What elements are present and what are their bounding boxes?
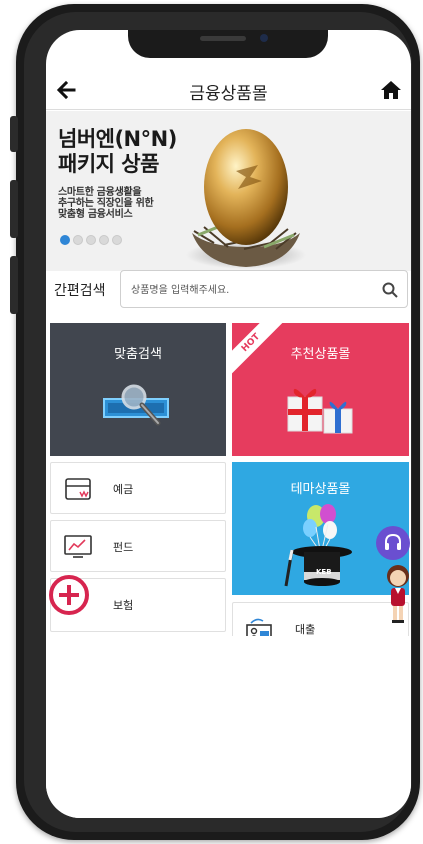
tile-recommend[interactable]: HOT 추천상품몰	[232, 323, 409, 456]
front-camera	[260, 34, 268, 42]
pagination-dot-1[interactable]	[60, 235, 70, 245]
banner-pagination	[60, 235, 122, 245]
mascot-character[interactable]	[384, 564, 411, 626]
empty-area	[46, 636, 411, 818]
search-icon[interactable]	[381, 281, 399, 299]
home-button[interactable]	[379, 78, 403, 102]
gift-boxes-icon	[287, 388, 353, 434]
app-header: 금융상품몰	[46, 70, 411, 110]
speaker	[200, 36, 246, 41]
tile-custom-search[interactable]: 맞춤검색	[50, 323, 226, 456]
quick-search-bar: 간편검색	[46, 270, 411, 310]
banner-desc-line3: 맞춤형 금융서비스	[58, 209, 133, 220]
pagination-dot-5[interactable]	[112, 235, 122, 245]
volume-up-button	[10, 180, 18, 238]
page-title: 금융상품몰	[189, 84, 268, 104]
menu-fund[interactable]: 펀드	[50, 520, 226, 572]
menu-fund-label: 펀드	[113, 541, 134, 554]
search-box[interactable]	[120, 270, 408, 308]
pagination-dot-4[interactable]	[99, 235, 109, 245]
chart-monitor-icon	[64, 535, 92, 558]
banner-title: 넘버엔(N°N) 패키지 상품	[58, 127, 177, 177]
promo-banner[interactable]: 넘버엔(N°N) 패키지 상품 스마트한 금융생활을 추구하는 직장인을 위한 …	[46, 111, 411, 271]
pagination-dot-3[interactable]	[86, 235, 96, 245]
menu-loan-label: 대출	[295, 623, 316, 636]
notch	[128, 30, 328, 58]
home-icon	[381, 81, 401, 99]
banner-description: 스마트한 금융생활을 추구하는 직장인을 위한 맞춤형 금융서비스	[58, 187, 154, 220]
menu-deposit[interactable]: 예금	[50, 462, 226, 514]
banner-desc-line1: 스마트한 금융생활을	[58, 187, 142, 198]
volume-down-button	[10, 256, 18, 314]
tile-theme-label: 테마상품몰	[290, 482, 351, 497]
banner-title-line1: 넘버엔(N°N)	[58, 127, 177, 151]
menu-deposit-label: 예금	[113, 483, 134, 496]
tile-custom-search-label: 맞춤검색	[114, 347, 162, 362]
bankbook-icon	[65, 478, 91, 500]
banner-title-line2: 패키지 상품	[58, 152, 159, 176]
mute-switch	[10, 116, 18, 152]
golden-egg-image	[184, 115, 308, 271]
tile-recommend-label: 추천상품몰	[290, 347, 351, 362]
search-box-icon	[103, 384, 169, 426]
menu-insurance-label: 보험	[113, 599, 134, 612]
pagination-dot-2[interactable]	[73, 235, 83, 245]
add-button[interactable]	[49, 575, 89, 615]
banner-desc-line2: 추구하는 직장인을 위한	[58, 198, 154, 209]
hat-text: KEB	[316, 568, 332, 576]
phone-screen: 금융상품몰 넘버엔(N°N) 패키지 상품 스마트한 금융생활을 추구하는 직장…	[46, 30, 411, 818]
search-input[interactable]	[131, 280, 367, 300]
chat-support-button[interactable]	[376, 526, 410, 560]
headset-icon	[385, 533, 401, 550]
search-label: 간편검색	[54, 283, 106, 299]
magic-hat-balloons-icon	[284, 504, 352, 587]
